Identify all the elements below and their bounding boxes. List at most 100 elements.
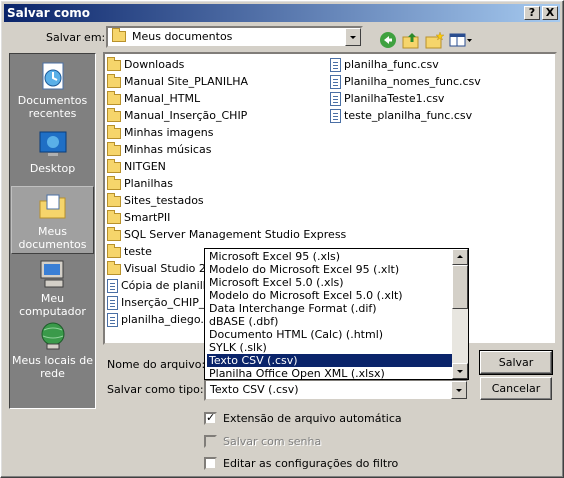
item-name: SmartPII (124, 211, 171, 224)
document-icon (330, 109, 341, 123)
folder-item[interactable]: SQL Server Management Studio Express (107, 226, 346, 243)
auto-extension-label: Extensão de arquivo automática (223, 412, 402, 425)
auto-extension-checkbox[interactable] (204, 411, 217, 425)
folder-icon (107, 124, 121, 139)
filter-settings-label: Editar as configurações do filtro (223, 457, 399, 470)
chevron-down-icon[interactable] (345, 28, 361, 46)
place-label: Meus documentos (18, 225, 87, 251)
folder-icon (107, 175, 121, 190)
file-item[interactable]: Cópia de planilha (107, 277, 217, 294)
places-bar: Documentos recentes Desktop Meus documen… (9, 53, 96, 409)
place-network[interactable]: Meus locais de rede (11, 316, 94, 384)
folder-icon (112, 28, 126, 45)
new-folder-icon[interactable] (425, 31, 445, 51)
place-label: Documentos recentes (17, 94, 88, 120)
item-name: Planilha_nomes_func.csv (344, 75, 481, 88)
save-button[interactable]: Salvar (479, 350, 553, 375)
place-label: Meus locais de rede (11, 354, 94, 380)
item-name: PlanilhaTeste1.csv (344, 92, 445, 105)
filetype-option[interactable]: SYLK (.slk) (207, 341, 453, 354)
filetype-option[interactable]: Modelo do Microsoft Excel 5.0 (.xlt) (207, 289, 453, 302)
help-button[interactable]: ? (524, 6, 540, 20)
item-name: Minhas músicas (124, 143, 212, 156)
item-name: Manual Site_PLANILHA (124, 75, 249, 88)
document-icon (330, 75, 341, 89)
cancel-button[interactable]: Cancelar (480, 377, 552, 400)
folder-item[interactable]: Manual Site_PLANILHA (107, 73, 248, 90)
filetype-option[interactable]: Documento HTML (Calc) (.html) (207, 328, 453, 341)
document-icon (330, 92, 341, 106)
folder-item[interactable]: Sites_testados (107, 192, 204, 209)
place-my-documents[interactable]: Meus documentos (11, 186, 94, 254)
folder-icon (107, 90, 121, 105)
savein-value: Meus documentos (132, 30, 233, 43)
my-computer-icon (11, 258, 94, 290)
filetype-option[interactable]: dBASE (.dbf) (207, 315, 453, 328)
folder-item[interactable]: Visual Studio 200 (107, 260, 220, 277)
filetype-option[interactable]: Planilha Office Open XML (.xlsx) (207, 367, 453, 380)
folder-icon (107, 56, 121, 71)
item-name: planilha_func.csv (344, 58, 439, 71)
filename-label: Nome do arquivo: (107, 358, 206, 371)
place-recent[interactable]: Documentos recentes (11, 56, 94, 124)
item-name: Manual_Inserção_CHIP (124, 109, 248, 122)
item-name: teste_planilha_func.csv (344, 109, 473, 122)
file-item[interactable]: teste_planilha_func.csv (330, 107, 472, 124)
item-name: planilha_diego.cs (121, 313, 216, 326)
folder-item[interactable]: Manual_Inserção_CHIP (107, 107, 247, 124)
filetype-option[interactable]: Microsoft Excel 95 (.xls) (207, 250, 453, 263)
folder-item[interactable]: Minhas músicas (107, 141, 211, 158)
item-name: NITGEN (124, 160, 166, 173)
item-name: Downloads (124, 58, 185, 71)
folder-icon (107, 107, 121, 122)
folder-icon (107, 243, 121, 258)
folder-item[interactable]: Manual_HTML (107, 90, 200, 107)
filetype-dropdown[interactable]: Microsoft Excel 95 (.xls) Modelo do Micro… (204, 248, 469, 380)
filetype-select[interactable]: Texto CSV (.csv) (204, 379, 469, 401)
document-icon (107, 313, 118, 327)
folder-item[interactable]: NITGEN (107, 158, 166, 175)
filter-settings-checkbox[interactable] (204, 457, 217, 470)
folder-item[interactable]: SmartPII (107, 209, 170, 226)
password-label: Salvar com senha (223, 435, 322, 448)
up-folder-icon[interactable] (402, 31, 422, 51)
savein-combo[interactable]: Meus documentos (106, 26, 363, 48)
place-label: Desktop (29, 162, 76, 175)
network-places-icon (11, 320, 94, 352)
file-item[interactable]: planilha_func.csv (330, 56, 439, 73)
item-name: Cópia de planilha (121, 279, 217, 292)
desktop-icon (11, 128, 94, 160)
place-my-computer[interactable]: Meu computador (11, 254, 94, 322)
scroll-down-icon[interactable] (452, 363, 468, 379)
my-documents-icon (12, 191, 93, 223)
filetype-option[interactable]: Modelo do Microsoft Excel 95 (.xlt) (207, 263, 453, 276)
place-label: Meu computador (19, 292, 86, 318)
file-item[interactable]: Inserção_CHIP_N (107, 294, 213, 311)
scroll-up-icon[interactable] (452, 249, 468, 265)
filetype-option[interactable]: Microsoft Excel 5.0 (.xls) (207, 276, 453, 289)
file-item[interactable]: planilha_diego.cs (107, 311, 216, 328)
place-desktop[interactable]: Desktop (11, 124, 94, 192)
folder-icon (107, 73, 121, 88)
file-item[interactable]: PlanilhaTeste1.csv (330, 90, 444, 107)
item-name: Inserção_CHIP_N (121, 296, 213, 309)
folder-item[interactable]: teste (107, 243, 152, 260)
folder-item[interactable]: Minhas imagens (107, 124, 213, 141)
filetype-option[interactable]: Texto CSV (.csv) (207, 354, 453, 367)
back-icon[interactable] (379, 31, 399, 51)
folder-icon (107, 260, 121, 275)
folder-item[interactable]: Planilhas (107, 175, 173, 192)
view-menu-icon[interactable] (449, 31, 472, 51)
chevron-down-icon[interactable] (451, 381, 467, 399)
scroll-thumb[interactable] (452, 265, 468, 309)
recent-docs-icon (11, 60, 94, 92)
folder-icon (107, 226, 121, 241)
folder-icon (107, 192, 121, 207)
dropdown-scrollbar[interactable] (452, 249, 468, 379)
document-icon (107, 296, 118, 310)
folder-item[interactable]: Downloads (107, 56, 184, 73)
filetype-option[interactable]: Data Interchange Format (.dif) (207, 302, 453, 315)
dialog-title: Salvar como (7, 6, 90, 20)
file-item[interactable]: Planilha_nomes_func.csv (330, 73, 481, 90)
close-button[interactable]: X (542, 6, 558, 20)
